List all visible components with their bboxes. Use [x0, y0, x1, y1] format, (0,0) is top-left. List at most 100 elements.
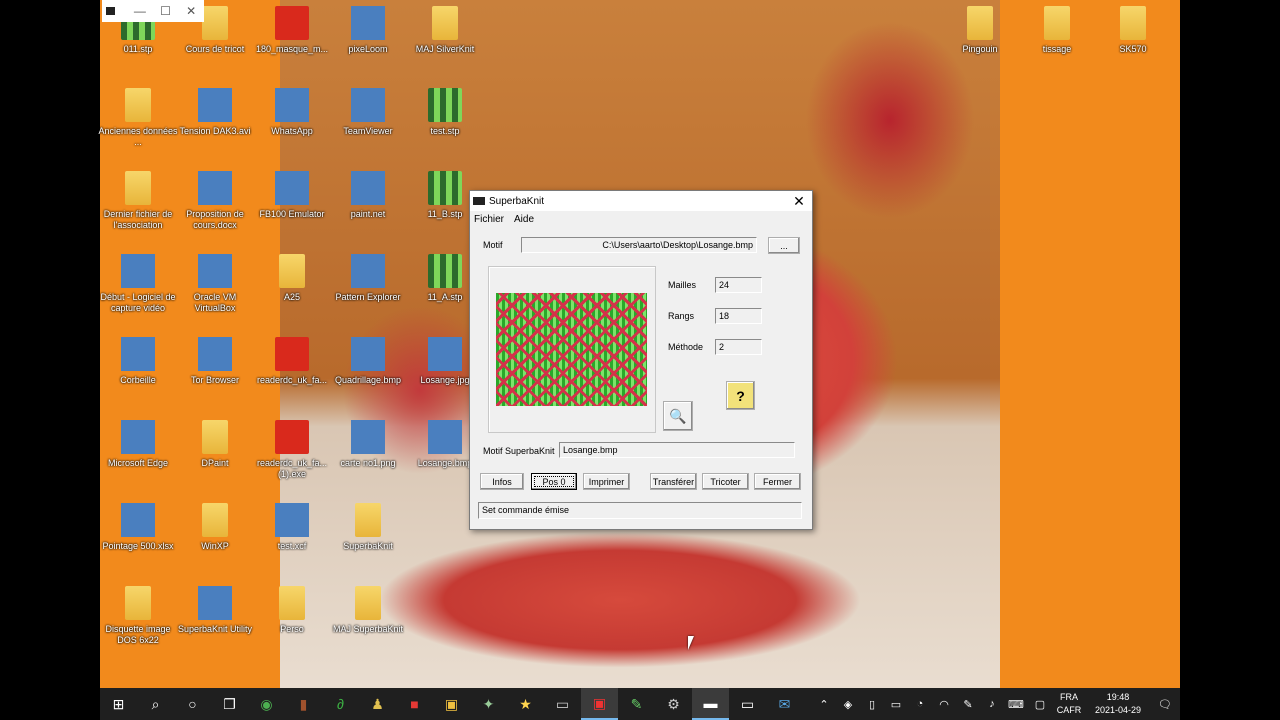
task-view-icon[interactable]: ❐ [211, 688, 248, 720]
taskbar: ⊞ ⌕ ○ ❐ ◉ ▮ ∂ ♟ ■ ▣ ✦ ★ ▭ ▣ ✎ ⚙ ▬ ▭ ✉ ⌃ … [100, 688, 1180, 720]
wifi-icon[interactable]: ◠ [932, 698, 956, 711]
desktop-icon[interactable]: WinXP [175, 503, 255, 552]
pen-icon[interactable]: ✎ [956, 698, 980, 711]
desktop-icon-label: MAJ SuperbaKnit [332, 624, 404, 634]
desktop-icon[interactable]: Oracle VM VirtualBox [175, 254, 255, 314]
pos0-button[interactable]: Pos 0 [531, 473, 577, 490]
network-icon[interactable]: ◔ [908, 698, 932, 710]
desktop-icon[interactable]: Début - Logiciel de capture vidéo [98, 254, 178, 314]
motif-superbaknit-field[interactable]: Losange.bmp [559, 442, 795, 458]
desktop-icon[interactable]: Microsoft Edge [98, 420, 178, 469]
desktop-icon-label: TeamViewer [343, 126, 393, 136]
desktop-icon[interactable]: Pattern Explorer [328, 254, 408, 303]
desktop-icon[interactable]: MAJ SilverKnit [405, 6, 485, 55]
usb-icon[interactable]: ▯ [860, 698, 884, 711]
desktop-icon[interactable]: Tor Browser [175, 337, 255, 386]
app-icon[interactable]: ▬ [692, 688, 729, 720]
minimize-icon[interactable]: — [127, 4, 153, 18]
desktop-icon[interactable]: readerdc_uk_fa... (1).exe [252, 420, 332, 480]
desktop-icon[interactable]: Pingouin [940, 6, 1020, 55]
desktop-icon[interactable]: Dernier fichier de l'association [98, 171, 178, 231]
desktop-icon[interactable]: A25 [252, 254, 332, 303]
preview-zoom-button[interactable]: 🔍 [663, 401, 693, 431]
dropbox-icon[interactable]: ◈ [836, 698, 860, 711]
app-icon[interactable]: ■ [396, 688, 433, 720]
desktop-icon[interactable]: readerdc_uk_fa... [252, 337, 332, 386]
infos-button[interactable]: Infos [480, 473, 524, 490]
preview-frame [488, 266, 656, 433]
desktop-icon[interactable]: TeamViewer [328, 88, 408, 137]
desktop-icon[interactable]: WhatsApp [252, 88, 332, 137]
window-titlebar[interactable]: SuperbaKnit ✕ [470, 191, 812, 211]
desktop-icon-label: Oracle VM VirtualBox [193, 292, 237, 313]
file-explorer-icon[interactable]: ▭ [544, 688, 581, 720]
desktop-icon[interactable]: DPaint [175, 420, 255, 469]
volume-icon[interactable]: ♪ [980, 698, 1004, 710]
chrome-icon[interactable]: ◉ [248, 688, 285, 720]
menu-aide[interactable]: Aide [514, 214, 534, 225]
transferer-button[interactable]: Transférer [650, 473, 697, 490]
desktop-icon[interactable]: pixeLoom [328, 6, 408, 55]
windows-start-icon[interactable]: ⊞ [100, 688, 137, 720]
help-button[interactable]: ? [726, 381, 755, 410]
desktop-icon[interactable]: tissage [1017, 6, 1097, 55]
desktop-icon[interactable]: test.stp [405, 88, 485, 137]
fermer-button[interactable]: Fermer [754, 473, 801, 490]
rangs-field[interactable]: 18 [715, 308, 762, 324]
status-field: Set commande émise [478, 502, 802, 519]
desktop-icon[interactable]: Disquette image DOS 6x22 [98, 586, 178, 646]
superbaknit-icon[interactable]: ▣ [581, 688, 618, 720]
desktop-icon[interactable]: Pointage 500.xlsx [98, 503, 178, 552]
clock[interactable]: 19:48 2021-04-29 [1086, 691, 1150, 717]
desktop-icon-label: DPaint [201, 458, 229, 468]
desktop-icon[interactable]: Corbeille [98, 337, 178, 386]
desktop-icon[interactable]: SK570 [1093, 6, 1173, 55]
desktop-icon[interactable]: Quadrillage.bmp [328, 337, 408, 386]
app-icon[interactable]: ♟ [359, 688, 396, 720]
desktop-icon[interactable]: SuperbaKnit Utility [175, 586, 255, 635]
desktop-icon[interactable]: MAJ SuperbaKnit [328, 586, 408, 635]
imprimer-button[interactable]: Imprimer [583, 473, 630, 490]
app-icon[interactable]: ▮ [285, 688, 322, 720]
minimized-window-titlebar[interactable]: — ☐ ✕ [102, 0, 204, 22]
app-icon[interactable]: ⚙ [655, 688, 692, 720]
desktop-icon[interactable]: Proposition de cours.docx [175, 171, 255, 231]
menu-fichier[interactable]: Fichier [474, 214, 504, 225]
user-folder-icon [202, 6, 228, 40]
search-icon[interactable]: ⌕ [137, 688, 174, 720]
app-icon[interactable]: ✦ [470, 688, 507, 720]
app-icon[interactable]: ∂ [322, 688, 359, 720]
desktop-icon[interactable]: carte no1.png [328, 420, 408, 469]
app-icon[interactable]: ★ [507, 688, 544, 720]
mailles-field[interactable]: 24 [715, 277, 762, 293]
notifications-icon[interactable]: 🗨 [1150, 698, 1180, 711]
chevron-up-icon[interactable]: ⌃ [812, 698, 836, 711]
desktop-icon[interactable]: SuperbaKnit [328, 503, 408, 552]
keyboard-icon[interactable]: ⌨ [1004, 698, 1028, 711]
desktop-icon-label: tissage [1042, 44, 1072, 54]
display-icon[interactable]: ▢ [1028, 698, 1052, 711]
maximize-icon[interactable]: ☐ [153, 4, 179, 18]
desktop-icon[interactable]: Tension DAK3.avi [175, 88, 255, 137]
battery-icon[interactable]: ▭ [884, 698, 908, 711]
app-icon[interactable]: ▭ [729, 688, 766, 720]
desktop-icon[interactable]: paint.net [328, 171, 408, 220]
tricoter-button[interactable]: Tricoter [702, 473, 749, 490]
methode-field[interactable]: 2 [715, 339, 762, 355]
desktop-icon[interactable]: FB100 Emulator [252, 171, 332, 220]
app-icon[interactable]: ✎ [618, 688, 655, 720]
motif-path-field[interactable]: C:\Users\aarto\Desktop\Losange.bmp [521, 237, 757, 253]
desktop-icon[interactable]: Anciennes données ... [98, 88, 178, 148]
browse-button[interactable]: ... [768, 237, 800, 254]
acrobat-icon [275, 337, 309, 371]
desktop-icon[interactable]: test.xcf [252, 503, 332, 552]
desktop-icon[interactable]: Perso [252, 586, 332, 635]
motif-label: Motif [483, 240, 503, 250]
app-icon[interactable]: ▣ [433, 688, 470, 720]
close-icon[interactable]: ✕ [178, 4, 204, 18]
desktop-icon[interactable]: 180_masque_m... [252, 6, 332, 55]
language-indicator[interactable]: FRA CAFR [1052, 691, 1086, 717]
cortana-icon[interactable]: ○ [174, 688, 211, 720]
mail-icon[interactable]: ✉ [766, 688, 803, 720]
close-button[interactable]: ✕ [786, 193, 812, 210]
